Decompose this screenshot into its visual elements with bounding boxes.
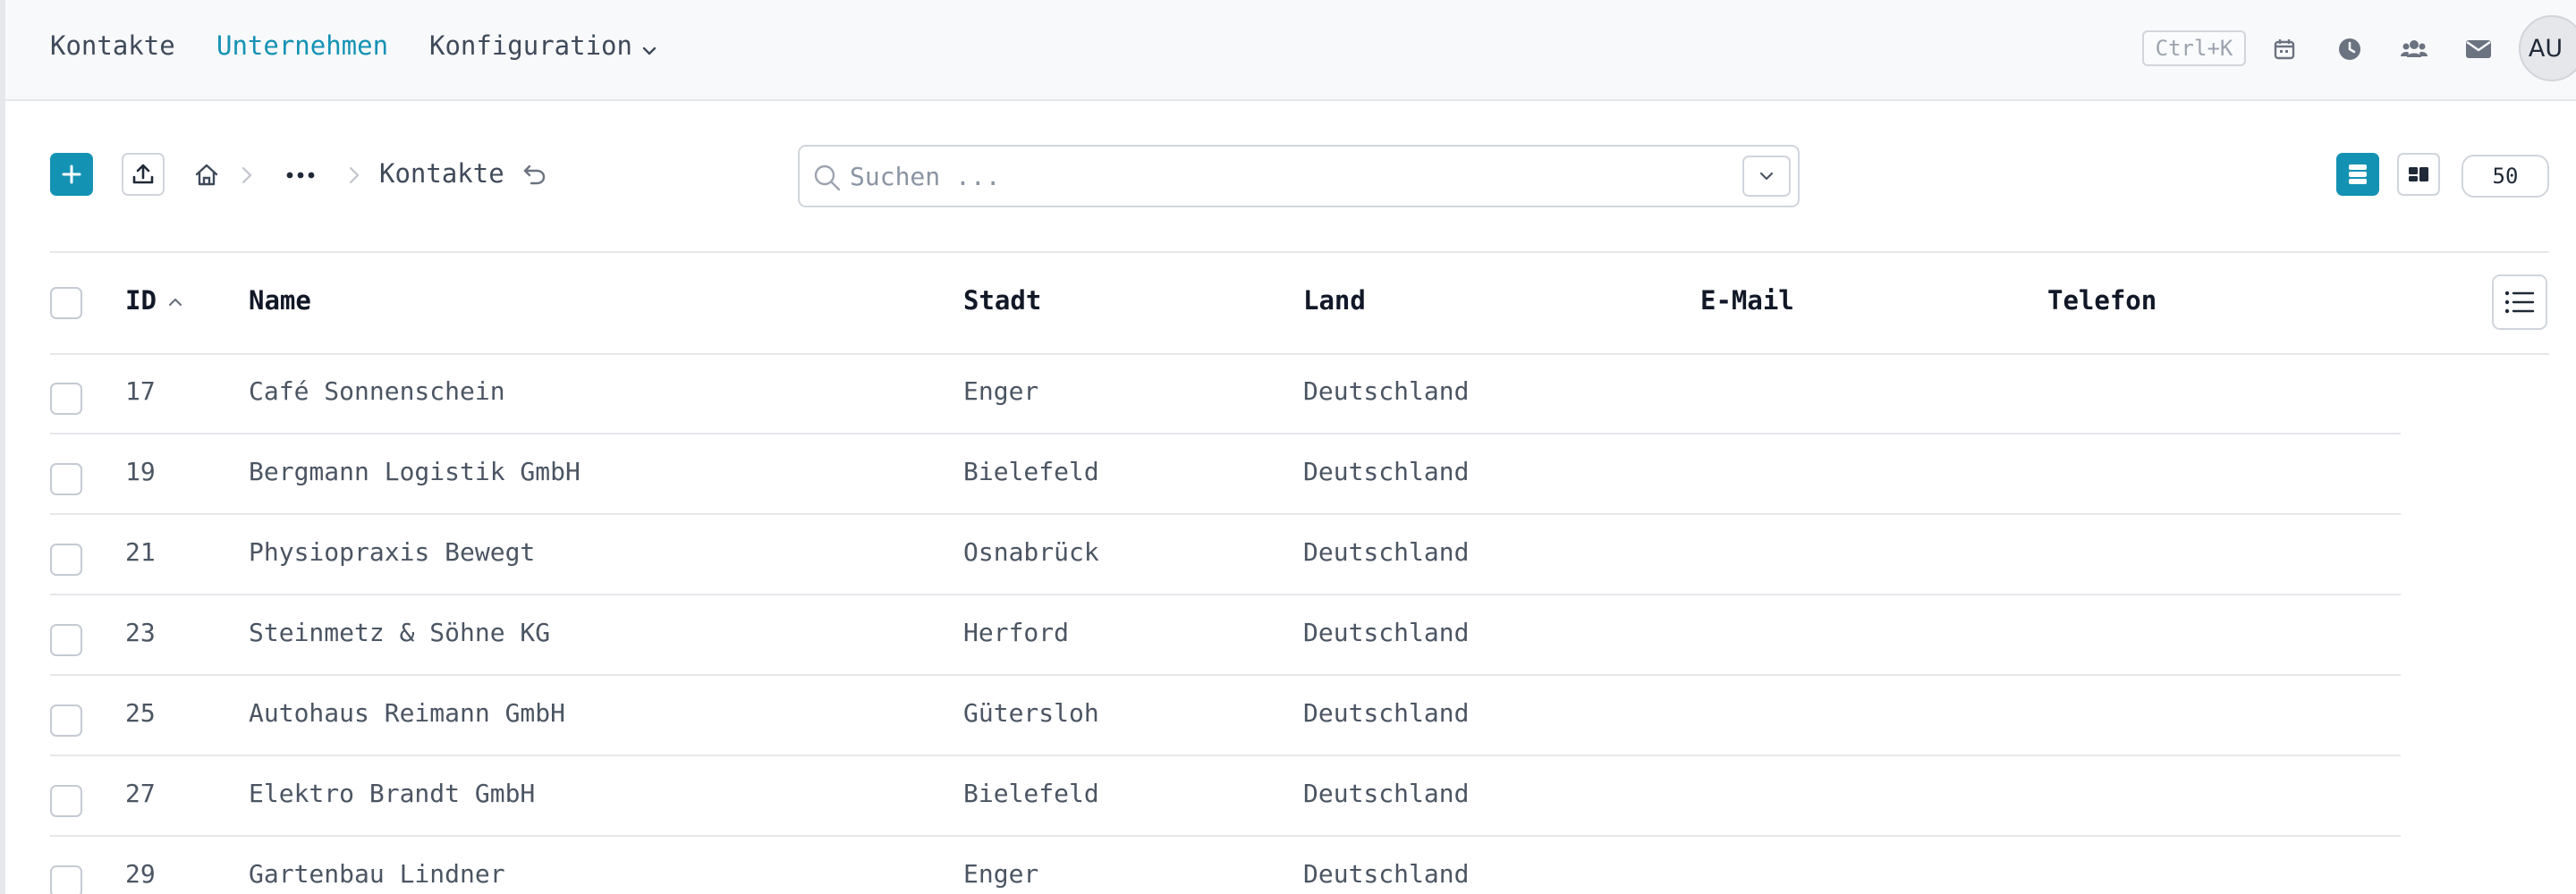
nav-item-unternehmen[interactable]: Unternehmen bbox=[216, 30, 388, 61]
top-navigation: Kontakte Unternehmen Konfiguration Ctrl+… bbox=[5, 0, 2576, 101]
row-checkbox[interactable] bbox=[50, 785, 82, 817]
more-horizontal-icon[interactable] bbox=[284, 162, 317, 189]
search-icon bbox=[814, 164, 841, 191]
table-row[interactable]: 23 Steinmetz & Söhne KG Herford Deutschland bbox=[0, 595, 2576, 676]
column-header-id[interactable]: ID bbox=[125, 285, 183, 316]
home-icon[interactable] bbox=[193, 162, 220, 189]
cell-city: Enger bbox=[963, 859, 1039, 889]
table-row[interactable]: 25 Autohaus Reimann GmbH Gütersloh Deutschl… bbox=[0, 676, 2576, 756]
select-all-checkbox[interactable] bbox=[50, 287, 82, 319]
cell-city: Herford bbox=[963, 618, 1070, 647]
table-row[interactable]: 21 Physiopraxis Bewegt Osnabrück Deutschlan… bbox=[0, 515, 2576, 595]
add-button[interactable] bbox=[50, 153, 93, 196]
cell-country: Deutschland bbox=[1303, 457, 1470, 486]
plus-icon bbox=[62, 164, 81, 184]
column-list-icon bbox=[2504, 291, 2535, 314]
cell-name: Café Sonnenschein bbox=[249, 376, 505, 406]
clock-icon[interactable] bbox=[2334, 34, 2365, 64]
row-checkbox[interactable] bbox=[50, 463, 82, 495]
list-view-button[interactable] bbox=[2336, 153, 2379, 196]
list-view-icon bbox=[2349, 164, 2367, 184]
cell-city: Bielefeld bbox=[963, 779, 1099, 808]
row-checkbox[interactable] bbox=[50, 383, 82, 415]
user-avatar[interactable]: AU bbox=[2519, 15, 2576, 81]
breadcrumb-separator-icon bbox=[238, 164, 256, 187]
kanban-view-icon bbox=[2409, 167, 2428, 181]
cell-id: 27 bbox=[125, 779, 156, 808]
cell-country: Deutschland bbox=[1303, 859, 1470, 889]
column-header-phone[interactable]: Telefon bbox=[2047, 285, 2157, 316]
cell-id: 23 bbox=[125, 618, 156, 647]
cell-id: 21 bbox=[125, 537, 156, 567]
cell-name: Gartenbau Lindner bbox=[249, 859, 505, 889]
cell-city: Enger bbox=[963, 376, 1039, 406]
search-filter-dropdown[interactable] bbox=[1742, 156, 1791, 197]
mail-icon[interactable] bbox=[2463, 34, 2494, 64]
search-box bbox=[798, 145, 1800, 207]
cell-city: Gütersloh bbox=[963, 698, 1099, 728]
cell-id: 17 bbox=[125, 376, 156, 406]
search-input[interactable] bbox=[850, 157, 1708, 195]
calendar-icon[interactable] bbox=[2269, 34, 2300, 64]
undo-icon[interactable] bbox=[521, 161, 547, 188]
page-size-select[interactable]: 50 bbox=[2462, 155, 2549, 198]
column-header-email[interactable]: E-Mail bbox=[1700, 285, 1794, 316]
table-row[interactable]: 19 Bergmann Logistik GmbH Bielefeld Deutsch… bbox=[0, 434, 2576, 515]
table-row[interactable]: 17 Café Sonnenschein Enger Deutschland bbox=[0, 354, 2576, 434]
row-checkbox[interactable] bbox=[50, 624, 82, 656]
breadcrumb-current[interactable]: Kontakte bbox=[379, 158, 504, 189]
column-header-city[interactable]: Stadt bbox=[963, 285, 1041, 316]
users-icon[interactable] bbox=[2399, 34, 2429, 64]
kanban-view-button[interactable] bbox=[2397, 153, 2440, 196]
row-checkbox[interactable] bbox=[50, 544, 82, 576]
cell-name: Physiopraxis Bewegt bbox=[249, 537, 536, 567]
cell-name: Bergmann Logistik GmbH bbox=[249, 457, 580, 486]
cell-id: 25 bbox=[125, 698, 156, 728]
chevron-down-icon bbox=[641, 32, 657, 63]
column-header-name[interactable]: Name bbox=[249, 285, 311, 316]
cell-country: Deutschland bbox=[1303, 779, 1470, 808]
breadcrumb-separator-icon bbox=[345, 164, 363, 187]
column-settings-button[interactable] bbox=[2492, 274, 2547, 330]
cell-name: Steinmetz & Söhne KG bbox=[249, 618, 551, 647]
cell-city: Osnabrück bbox=[963, 537, 1099, 567]
cell-id: 29 bbox=[125, 859, 156, 889]
cell-name: Elektro Brandt GmbH bbox=[249, 779, 536, 808]
table-row[interactable]: 29 Gartenbau Lindner Enger Deutschland bbox=[0, 837, 2576, 894]
cell-country: Deutschland bbox=[1303, 698, 1470, 728]
row-checkbox[interactable] bbox=[50, 704, 82, 737]
row-checkbox[interactable] bbox=[50, 865, 82, 894]
command-palette-shortcut[interactable]: Ctrl+K bbox=[2142, 30, 2246, 66]
upload-icon bbox=[132, 164, 154, 184]
table-row[interactable]: 27 Elektro Brandt GmbH Bielefeld Deutschlan… bbox=[0, 756, 2576, 837]
upload-button[interactable] bbox=[122, 153, 165, 196]
cell-country: Deutschland bbox=[1303, 537, 1470, 567]
cell-country: Deutschland bbox=[1303, 618, 1470, 647]
cell-id: 19 bbox=[125, 457, 156, 486]
column-header-id-label: ID bbox=[125, 285, 157, 316]
table-top-divider bbox=[50, 251, 2549, 253]
cell-name: Autohaus Reimann GmbH bbox=[249, 698, 566, 728]
nav-item-konfiguration-label: Konfiguration bbox=[429, 30, 632, 61]
cell-country: Deutschland bbox=[1303, 376, 1470, 406]
chevron-down-icon bbox=[1759, 172, 1774, 181]
sort-ascending-icon bbox=[168, 298, 182, 307]
nav-item-konfiguration[interactable]: Konfiguration bbox=[429, 30, 657, 63]
nav-item-kontakte[interactable]: Kontakte bbox=[50, 30, 175, 61]
cell-city: Bielefeld bbox=[963, 457, 1099, 486]
column-header-country[interactable]: Land bbox=[1303, 285, 1366, 316]
